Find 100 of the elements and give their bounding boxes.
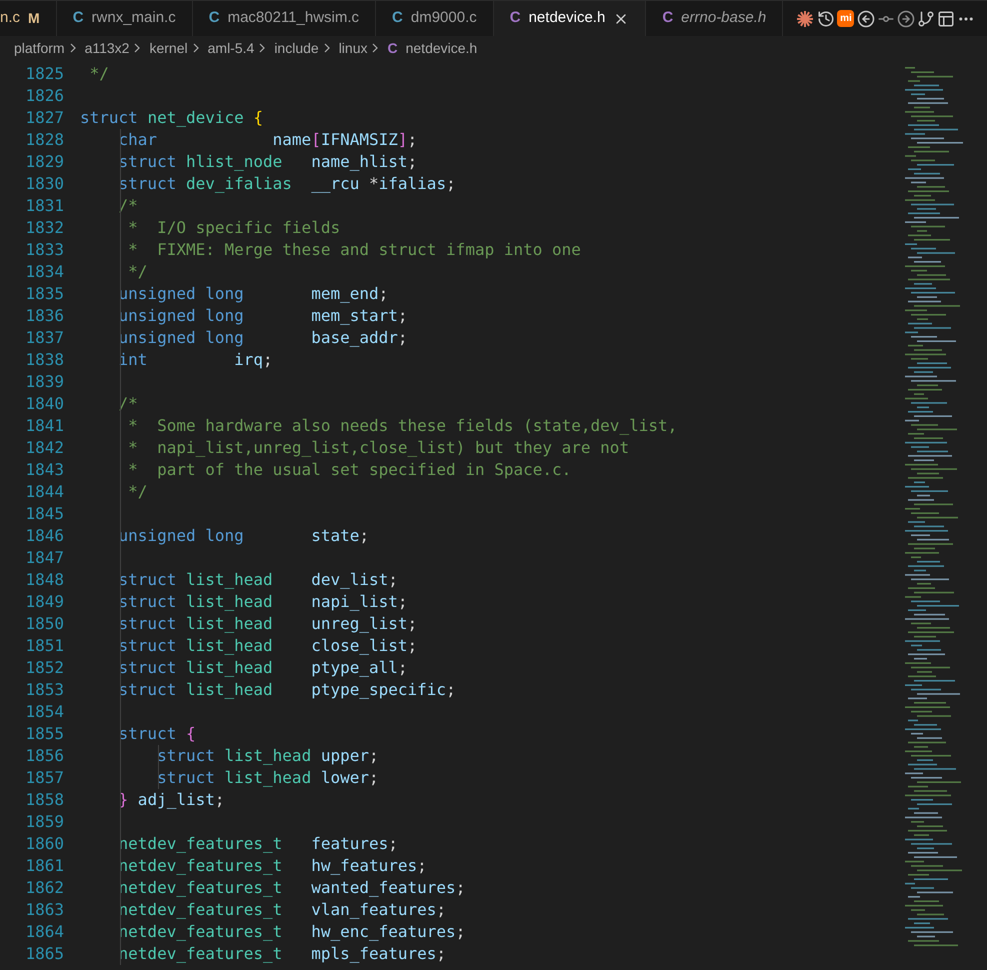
tab-label: netdevice.h <box>528 8 606 28</box>
code-line: * part of the usual set specified in Space.c. <box>127 459 572 481</box>
sparkle-icon[interactable] <box>795 8 816 28</box>
code-line: */ <box>127 261 148 283</box>
code-line: netdev_features_t hw_features; <box>118 855 427 877</box>
arrow-circle-icon[interactable] <box>896 10 915 28</box>
line-number: 1836 <box>24 305 64 327</box>
breadcrumb-item[interactable]: include <box>274 38 319 58</box>
line-number: 1863 <box>24 899 64 921</box>
file-type-icon: C <box>510 7 521 30</box>
breadcrumb-item[interactable]: a113x2 <box>84 38 130 58</box>
breadcrumb-item[interactable]: platform <box>14 38 65 58</box>
code-line: struct list_head dev_list; <box>118 569 398 591</box>
line-number: 1865 <box>24 943 64 965</box>
line-number: 1854 <box>24 701 64 723</box>
chevron-icon <box>133 42 142 54</box>
tab-label: errno-base.h <box>681 8 766 28</box>
tab-label: dm9000.c <box>410 8 477 28</box>
line-number: 1849 <box>24 591 64 613</box>
tab-label: mac80211_hwsim.c <box>228 8 360 28</box>
file-type-icon: C <box>208 7 220 30</box>
code-line: char name[IFNAMSIZ]; <box>118 129 418 151</box>
file-type-icon: C <box>662 7 674 30</box>
editor-tab[interactable]: n.c M <box>0 1 57 36</box>
tab-label: rwnx_main.c <box>92 8 176 28</box>
tab-label: n.c <box>0 8 20 28</box>
arrow-circle-icon[interactable] <box>856 10 875 28</box>
line-number: 1847 <box>24 547 64 569</box>
code-line: netdev_features_t vlan_features; <box>118 899 446 921</box>
code-line: netdev_features_t hw_enc_features; <box>118 921 466 943</box>
line-number: 1846 <box>24 525 64 547</box>
chevron-icon <box>192 42 200 54</box>
code-line: struct net_device { <box>80 107 264 129</box>
line-number: 1843 <box>24 459 64 481</box>
breadcrumb-item[interactable]: netdevice.h <box>406 38 478 58</box>
breadcrumb-item[interactable]: aml-5.4 <box>208 38 254 58</box>
chevron-icon <box>68 42 77 54</box>
line-number: 1860 <box>24 833 64 855</box>
line-number: 1845 <box>24 503 64 525</box>
modified-label: M <box>28 9 40 28</box>
line-number: 1844 <box>24 481 64 503</box>
chevron-icon <box>322 42 331 54</box>
line-number: 1851 <box>24 635 64 657</box>
line-number: 1835 <box>24 283 64 305</box>
line-number: 1855 <box>24 723 64 745</box>
split-editor-icon[interactable] <box>936 10 955 28</box>
code-line: struct list_head upper; <box>156 745 379 767</box>
file-type-icon: C <box>387 38 398 58</box>
code-line: int irq; <box>118 349 273 371</box>
code-line: netdev_features_t features; <box>118 833 398 855</box>
line-number: 1832 <box>24 217 64 239</box>
code-line: struct hlist_node name_hlist; <box>118 151 418 173</box>
code-line: * FIXME: Merge these and struct ifmap into one <box>127 239 581 261</box>
code-line: struct dev_ifalias __rcu *ifalias; <box>118 173 456 195</box>
code-line: unsigned long mem_start; <box>118 305 408 327</box>
line-number: 1858 <box>24 789 64 811</box>
code-line: struct list_head close_list; <box>118 635 418 657</box>
git-branch-icon[interactable] <box>916 10 935 28</box>
chevron-icon <box>371 42 380 54</box>
line-number: 1857 <box>24 767 64 789</box>
editor-tab[interactable]: C mac80211_hwsim.c <box>192 1 376 36</box>
history-icon[interactable] <box>817 10 836 28</box>
line-number: 1850 <box>24 613 64 635</box>
code-line: struct list_head unreg_list; <box>118 613 418 635</box>
editor-tab[interactable]: C rwnx_main.c <box>56 1 193 36</box>
line-number: 1842 <box>24 437 64 459</box>
line-number: 1840 <box>24 393 64 415</box>
line-number: 1841 <box>24 415 64 437</box>
code-line: */ <box>88 63 109 85</box>
breadcrumb-item[interactable]: kernel <box>149 38 188 58</box>
code-line: struct { <box>118 723 196 745</box>
line-number: 1827 <box>24 107 64 129</box>
line-number: 1861 <box>24 855 64 877</box>
file-type-icon: C <box>392 7 403 30</box>
line-number: 1852 <box>24 657 64 679</box>
editor-tab[interactable]: C netdevice.h <box>494 1 646 36</box>
code-line: unsigned long mem_end; <box>118 283 388 305</box>
line-number: 1856 <box>24 745 64 767</box>
line-number: 1830 <box>24 173 64 195</box>
breadcrumb-item[interactable]: linux <box>338 38 368 58</box>
code-line: unsigned long base_addr; <box>118 327 408 349</box>
chevron-icon <box>258 42 266 54</box>
line-number: 1834 <box>24 261 64 283</box>
line-number: 1837 <box>24 327 64 349</box>
file-type-icon: C <box>72 7 84 30</box>
line-number: 1826 <box>24 85 64 107</box>
code-line: * napi_list,unreg_list,close_list) but they are not <box>127 437 630 459</box>
line-number: 1839 <box>24 371 64 393</box>
line-number: 1831 <box>24 195 64 217</box>
line-number: 1848 <box>24 569 64 591</box>
code-line: struct list_head lower; <box>156 767 379 789</box>
code-line: */ <box>127 481 148 503</box>
line-number: 1862 <box>24 877 64 899</box>
code-line: netdev_features_t mpls_features; <box>118 943 446 965</box>
code-line: * I/O specific fields <box>127 217 340 239</box>
code-line: struct list_head napi_list; <box>118 591 408 613</box>
line-number: 1859 <box>24 811 64 833</box>
code-line: struct list_head ptype_all; <box>118 657 408 679</box>
line-number: 1825 <box>24 63 64 85</box>
line-number: 1853 <box>24 679 64 701</box>
